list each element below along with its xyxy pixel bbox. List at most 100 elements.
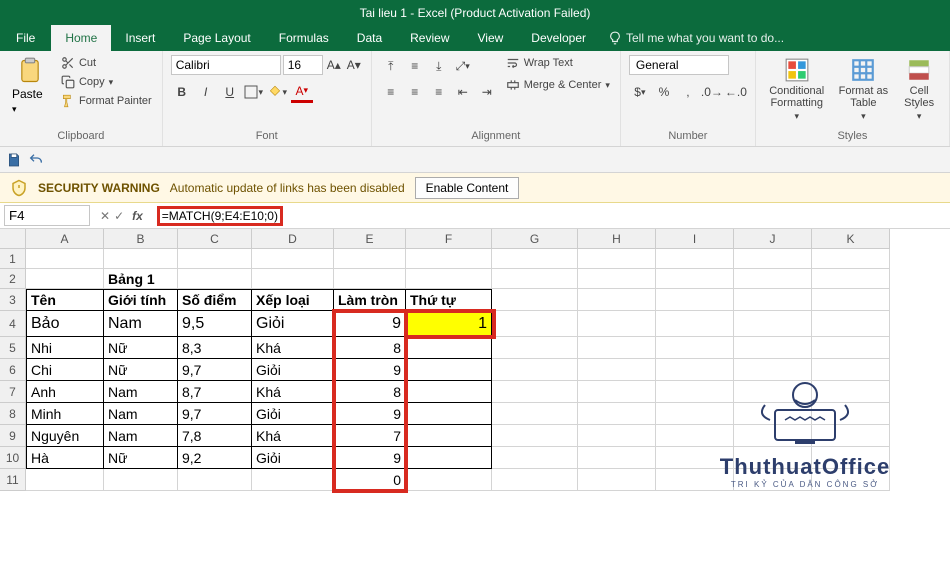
align-bottom-icon[interactable]: ⤓ <box>428 55 450 77</box>
decrease-font-icon[interactable]: A▾ <box>345 56 363 74</box>
cell[interactable] <box>406 359 492 381</box>
border-button[interactable] <box>243 81 265 103</box>
align-top-icon[interactable]: ⤒ <box>380 55 402 77</box>
enable-content-button[interactable]: Enable Content <box>415 177 520 199</box>
cell[interactable] <box>26 269 104 289</box>
column-header[interactable]: I <box>656 229 734 249</box>
underline-button[interactable]: U <box>219 81 241 103</box>
format-painter-button[interactable]: Format Painter <box>59 93 154 109</box>
name-box[interactable] <box>4 205 90 226</box>
tab-developer[interactable]: Developer <box>517 25 600 51</box>
cell[interactable]: Khá <box>252 381 334 403</box>
cell[interactable]: 9,7 <box>178 403 252 425</box>
wrap-text-button[interactable]: Wrap Text <box>504 55 612 71</box>
cell[interactable]: Số điểm <box>178 289 252 311</box>
tab-page-layout[interactable]: Page Layout <box>169 25 264 51</box>
cell[interactable] <box>578 289 656 311</box>
cell[interactable]: Khá <box>252 337 334 359</box>
tab-view[interactable]: View <box>464 25 518 51</box>
cell[interactable]: Khá <box>252 425 334 447</box>
cell[interactable] <box>734 289 812 311</box>
cell[interactable] <box>492 425 578 447</box>
currency-icon[interactable]: $ <box>629 81 651 103</box>
merge-center-button[interactable]: Merge & Center <box>504 77 612 93</box>
cell[interactable]: 9,2 <box>178 447 252 469</box>
number-format-select[interactable] <box>629 55 729 75</box>
cell[interactable]: 1 <box>406 311 492 337</box>
cell[interactable] <box>406 447 492 469</box>
cell[interactable] <box>178 469 252 491</box>
row-header[interactable]: 8 <box>0 403 26 425</box>
cell[interactable]: 0 <box>334 469 406 491</box>
cell[interactable]: 8 <box>334 337 406 359</box>
row-header[interactable]: 5 <box>0 337 26 359</box>
cell[interactable] <box>492 469 578 491</box>
cell[interactable] <box>178 269 252 289</box>
comma-icon[interactable]: , <box>677 81 699 103</box>
cell[interactable] <box>406 381 492 403</box>
align-left-icon[interactable]: ≡ <box>380 81 402 103</box>
select-all-corner[interactable] <box>0 229 26 249</box>
cell[interactable]: 8 <box>334 381 406 403</box>
cell[interactable] <box>812 311 890 337</box>
cell[interactable] <box>812 249 890 269</box>
cell[interactable]: Giỏi <box>252 403 334 425</box>
cell[interactable] <box>578 381 656 403</box>
cell[interactable] <box>492 403 578 425</box>
cell[interactable]: Làm tròn <box>334 289 406 311</box>
column-header[interactable]: G <box>492 229 578 249</box>
cell[interactable] <box>252 249 334 269</box>
cell[interactable]: Bảng 1 <box>104 269 178 289</box>
cell[interactable]: Nam <box>104 311 178 337</box>
cell[interactable] <box>406 249 492 269</box>
cell[interactable]: Xếp loại <box>252 289 334 311</box>
cell[interactable] <box>26 469 104 491</box>
fx-icon[interactable]: fx <box>128 209 147 223</box>
row-header[interactable]: 6 <box>0 359 26 381</box>
inc-decimal-icon[interactable]: .0→ <box>701 81 723 103</box>
tab-insert[interactable]: Insert <box>111 25 169 51</box>
cell[interactable] <box>492 269 578 289</box>
cell[interactable] <box>578 425 656 447</box>
cell[interactable] <box>656 311 734 337</box>
cell[interactable]: 9,5 <box>178 311 252 337</box>
orientation-icon[interactable]: ⤢ <box>452 55 474 77</box>
cell-styles-button[interactable]: Cell Styles <box>897 55 941 124</box>
column-header[interactable]: D <box>252 229 334 249</box>
cell[interactable] <box>656 249 734 269</box>
row-header[interactable]: 11 <box>0 469 26 491</box>
cell[interactable] <box>578 403 656 425</box>
align-middle-icon[interactable]: ≡ <box>404 55 426 77</box>
cell[interactable] <box>406 337 492 359</box>
cell[interactable] <box>812 289 890 311</box>
fill-color-button[interactable] <box>267 81 289 103</box>
cell[interactable]: Nữ <box>104 447 178 469</box>
row-header[interactable]: 7 <box>0 381 26 403</box>
cell[interactable] <box>334 249 406 269</box>
cell[interactable]: Bảo <box>26 311 104 337</box>
dec-decimal-icon[interactable]: ←.0 <box>725 81 747 103</box>
cell[interactable] <box>578 337 656 359</box>
row-header[interactable]: 10 <box>0 447 26 469</box>
column-header[interactable]: K <box>812 229 890 249</box>
cell[interactable] <box>656 269 734 289</box>
cell[interactable] <box>578 311 656 337</box>
cell[interactable] <box>656 337 734 359</box>
cell[interactable]: 9 <box>334 311 406 337</box>
cell[interactable] <box>578 249 656 269</box>
cell[interactable]: 8,3 <box>178 337 252 359</box>
cell[interactable] <box>656 289 734 311</box>
bold-button[interactable]: B <box>171 81 193 103</box>
align-right-icon[interactable]: ≡ <box>428 81 450 103</box>
cell[interactable]: 7,8 <box>178 425 252 447</box>
cell[interactable]: Giỏi <box>252 359 334 381</box>
tab-home[interactable]: Home <box>51 25 111 51</box>
column-header[interactable]: E <box>334 229 406 249</box>
cell[interactable]: Nhi <box>26 337 104 359</box>
row-header[interactable]: 9 <box>0 425 26 447</box>
cell[interactable] <box>734 311 812 337</box>
cell[interactable]: Giỏi <box>252 447 334 469</box>
cell[interactable]: Giới tính <box>104 289 178 311</box>
undo-icon[interactable] <box>28 152 44 168</box>
cell[interactable]: Nam <box>104 403 178 425</box>
